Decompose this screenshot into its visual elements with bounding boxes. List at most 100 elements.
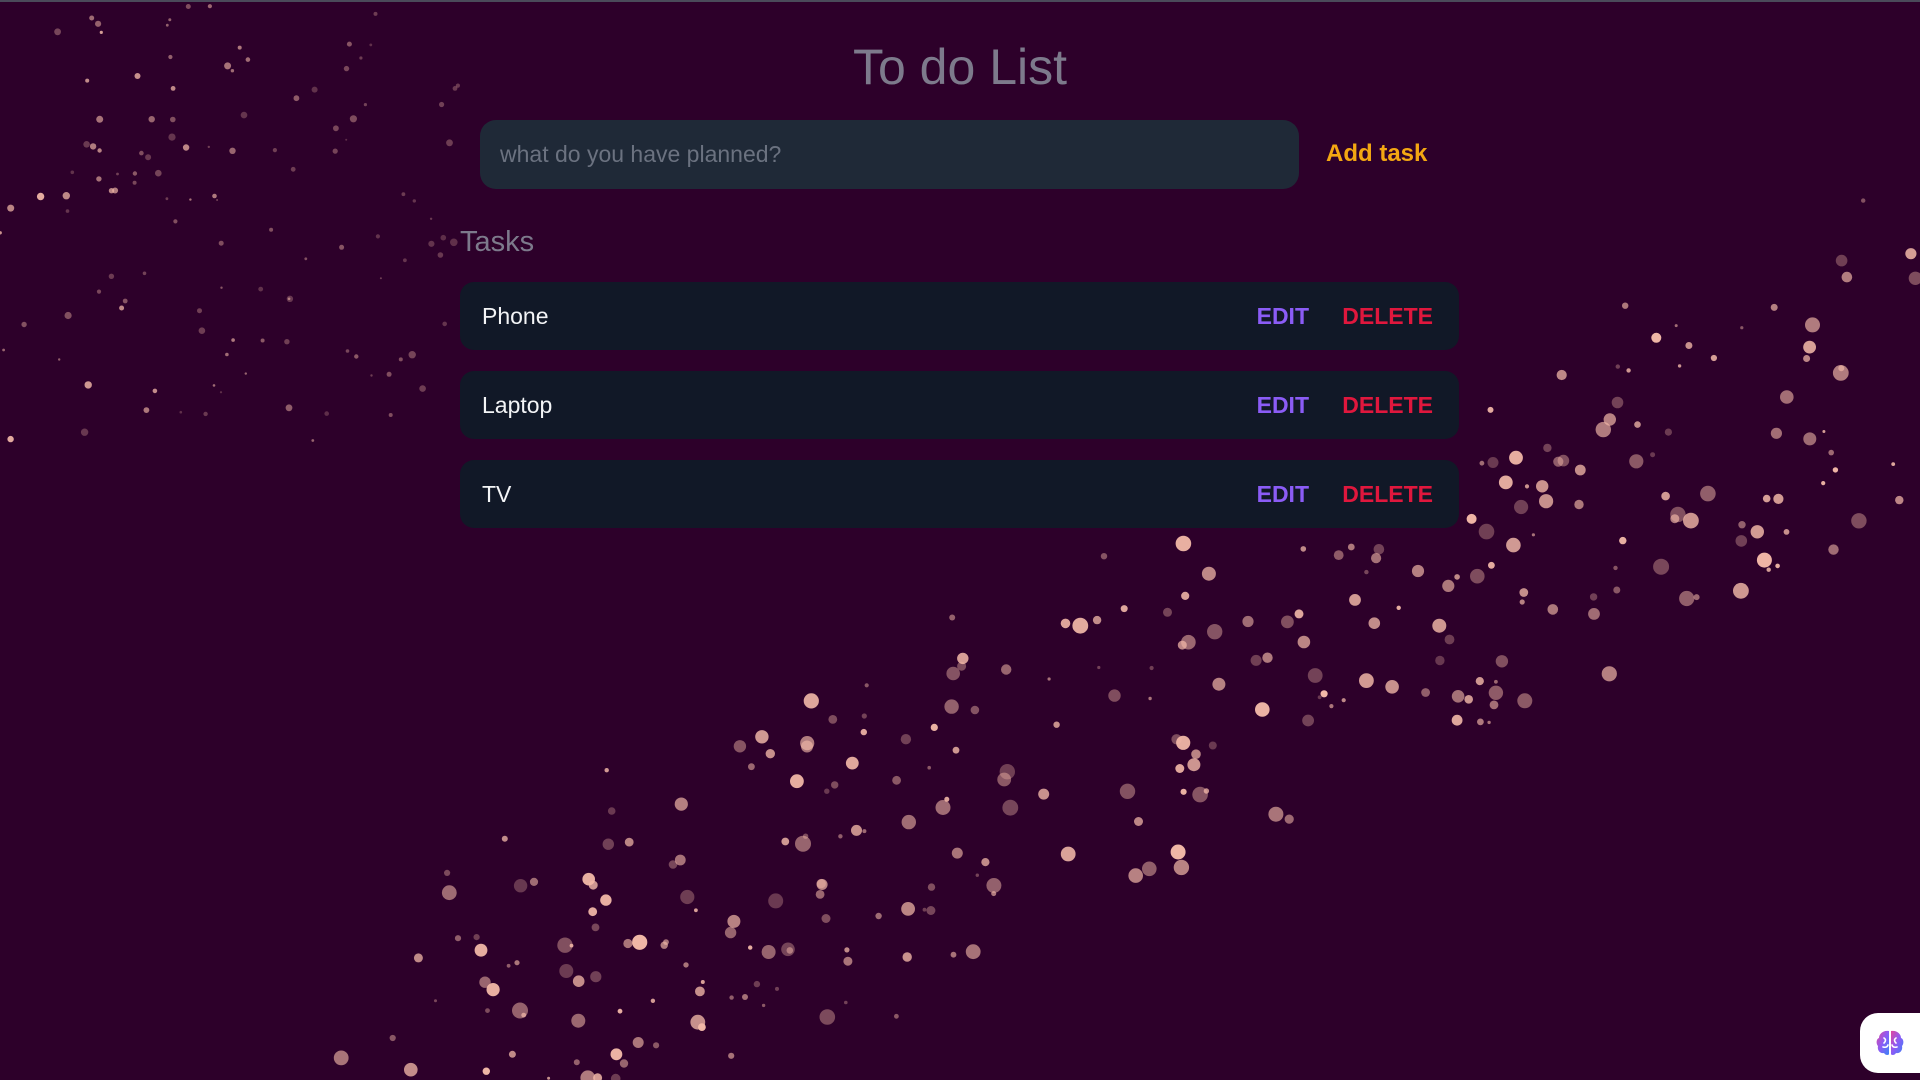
particle: [892, 775, 901, 785]
particle: [142, 271, 147, 276]
particle: [1454, 574, 1460, 580]
particle: [1626, 368, 1631, 373]
particle: [304, 257, 308, 261]
particle: [894, 1013, 899, 1019]
particle: [991, 891, 997, 897]
particle: [952, 746, 960, 754]
particle: [761, 1003, 766, 1008]
particle: [1385, 680, 1399, 694]
particle: [521, 1012, 527, 1018]
particle: [333, 125, 339, 132]
particle: [1180, 788, 1187, 795]
particle: [653, 1042, 660, 1049]
particle: [419, 385, 426, 392]
particle: [1803, 432, 1817, 446]
particle: [1262, 652, 1273, 663]
particle: [1487, 406, 1494, 413]
particle: [1191, 749, 1201, 759]
particle: [547, 1076, 551, 1080]
particle: [572, 975, 585, 987]
edit-button[interactable]: EDIT: [1257, 481, 1309, 508]
delete-button[interactable]: DELETE: [1342, 481, 1433, 508]
particle: [1622, 302, 1629, 309]
particle: [386, 371, 392, 377]
particle: [1442, 579, 1455, 593]
particle: [473, 934, 480, 941]
particle: [197, 308, 202, 314]
particle: [207, 4, 212, 9]
particle: [1770, 303, 1778, 311]
particle: [824, 788, 830, 794]
particle: [21, 321, 27, 328]
particle: [623, 938, 633, 949]
particle: [244, 372, 247, 375]
task-input[interactable]: [480, 120, 1299, 189]
task-item-tv: TV EDIT DELETE: [460, 460, 1459, 528]
particle: [1333, 550, 1344, 560]
particle: [1368, 617, 1381, 629]
particle: [1451, 714, 1463, 726]
particle: [1097, 665, 1101, 670]
particle: [970, 705, 980, 715]
particle: [1770, 427, 1782, 439]
particle: [333, 1050, 349, 1066]
particle: [1072, 617, 1089, 634]
particle: [724, 926, 737, 939]
task-item-phone: Phone EDIT DELETE: [460, 282, 1459, 350]
particle: [1519, 599, 1525, 605]
particle: [1735, 535, 1748, 547]
edit-button[interactable]: EDIT: [1257, 392, 1309, 419]
particle: [860, 728, 867, 736]
particle: [413, 953, 423, 963]
particle: [786, 947, 794, 954]
particle: [557, 937, 573, 953]
particle: [1891, 462, 1896, 466]
particle: [1053, 721, 1060, 728]
particle: [168, 18, 172, 22]
particle: [404, 1062, 418, 1077]
tasks-heading: Tasks: [460, 226, 535, 258]
particle: [429, 217, 433, 220]
delete-button[interactable]: DELETE: [1342, 303, 1433, 330]
particle: [901, 814, 916, 830]
particle: [446, 139, 453, 147]
particle: [1740, 326, 1744, 330]
task-name: Laptop: [482, 391, 553, 418]
particle: [324, 411, 330, 416]
particle: [454, 935, 462, 942]
particle: [513, 879, 528, 893]
particle: [680, 889, 695, 905]
particle: [965, 944, 981, 960]
particle: [260, 338, 265, 343]
particle: [83, 141, 90, 148]
particle: [1302, 714, 1314, 727]
particle: [900, 734, 912, 745]
particle: [1651, 332, 1662, 343]
particle: [1470, 568, 1485, 584]
particle: [1841, 271, 1853, 283]
particle: [1634, 421, 1641, 428]
delete-button[interactable]: DELETE: [1342, 392, 1433, 419]
edit-button[interactable]: EDIT: [1257, 303, 1309, 330]
particle: [145, 154, 152, 161]
particle: [1284, 814, 1294, 824]
particle: [1780, 390, 1794, 404]
particle: [0, 231, 2, 235]
particle: [588, 880, 598, 890]
particle: [1783, 529, 1790, 535]
particle: [695, 986, 705, 997]
particle: [198, 327, 206, 335]
particle: [1803, 340, 1816, 354]
particle: [1176, 735, 1191, 750]
add-task-button[interactable]: Add task: [1318, 134, 1435, 174]
particle: [1861, 198, 1866, 203]
assistant-widget-button[interactable]: [1860, 1013, 1920, 1073]
particle: [828, 715, 838, 724]
particle: [1547, 604, 1559, 615]
particle: [1212, 677, 1226, 691]
particle: [1047, 677, 1051, 681]
particle: [179, 410, 183, 414]
particle: [240, 111, 248, 119]
particle: [573, 1059, 580, 1066]
particle: [1664, 428, 1672, 436]
